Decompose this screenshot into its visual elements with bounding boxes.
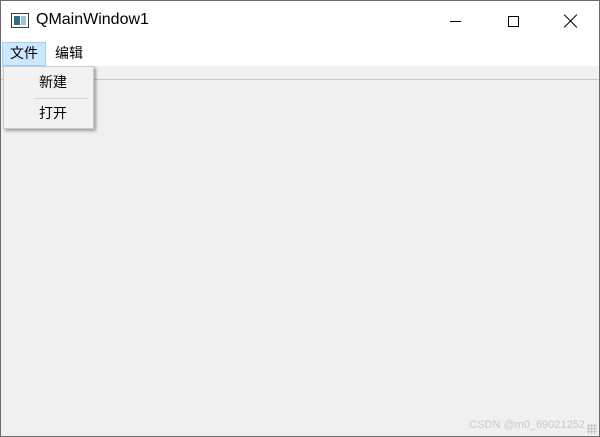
title-bar[interactable]: QMainWindow1: [1, 1, 599, 41]
window-title: QMainWindow1: [36, 11, 149, 28]
icon-pane-left: [14, 16, 20, 25]
main-window: QMainWindow1 文件 编辑 新建 打开 CSDN @m0_690212…: [0, 0, 600, 437]
maximize-button[interactable]: [484, 1, 542, 41]
app-window-icon: [11, 13, 29, 28]
menu-bar: 文件 编辑: [1, 41, 599, 66]
menu-item-open[interactable]: 打开: [4, 100, 93, 128]
maximize-icon: [507, 15, 519, 27]
close-icon: [564, 14, 578, 28]
watermark: CSDN @m0_69021252: [469, 419, 585, 431]
menu-separator: [34, 98, 89, 99]
close-button[interactable]: [542, 1, 599, 41]
menu-item-new[interactable]: 新建: [4, 69, 93, 97]
icon-pane-right: [21, 16, 26, 25]
menu-file[interactable]: 文件: [2, 42, 46, 66]
file-menu-dropdown: 新建 打开: [3, 66, 94, 129]
resize-grip[interactable]: [587, 424, 597, 434]
minimize-button[interactable]: [426, 1, 484, 41]
menu-edit[interactable]: 编辑: [48, 42, 90, 66]
minimize-icon: [449, 20, 461, 22]
